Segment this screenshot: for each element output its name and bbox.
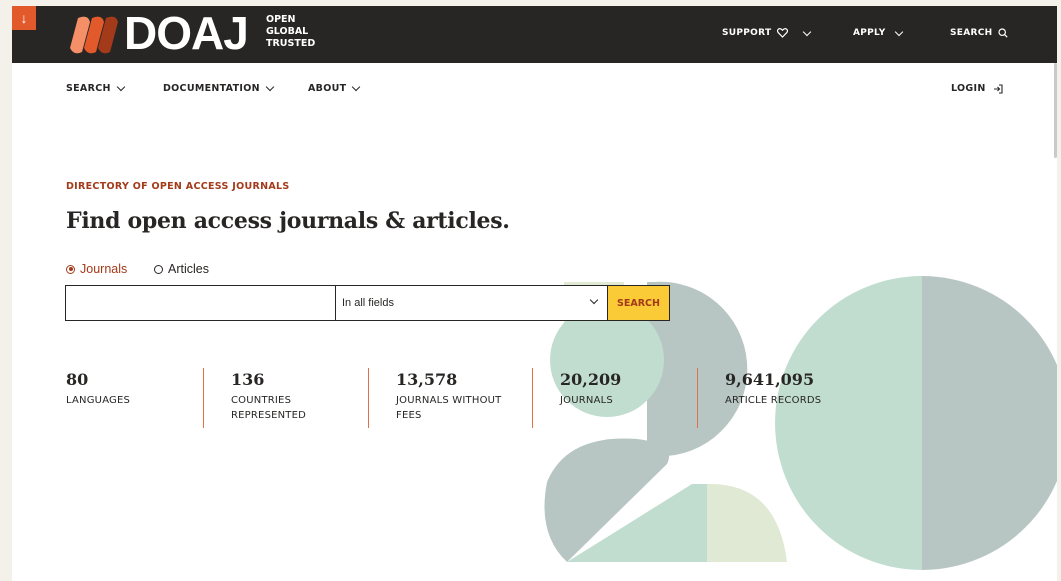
radio-journals[interactable]: Journals <box>66 262 127 276</box>
subnav-search-label: SEARCH <box>66 83 111 94</box>
login-link[interactable]: LOGIN <box>951 83 1003 94</box>
top-header: DOAJ OPEN GLOBAL TRUSTED SUPPORT APPLY S… <box>12 6 1057 63</box>
stat-countries[interactable]: 136 COUNTRIES REPRESENTED <box>231 370 341 423</box>
tagline-line: OPEN <box>266 14 296 25</box>
radio-articles-label: Articles <box>168 262 209 276</box>
stat-divider <box>368 368 369 428</box>
nav-support-label: SUPPORT <box>722 28 772 38</box>
page-title: Find open access journals & articles. <box>66 208 510 234</box>
page-frame: DOAJ OPEN GLOBAL TRUSTED SUPPORT APPLY S… <box>12 6 1057 581</box>
subnav-about[interactable]: ABOUT <box>308 82 361 94</box>
subnav-search[interactable]: SEARCH <box>66 82 125 94</box>
secondary-nav: SEARCH DOCUMENTATION ABOUT LOGIN <box>12 63 1057 113</box>
stat-label: JOURNALS WITHOUT FEES <box>396 395 502 421</box>
search-field-select-value: In all fields <box>342 297 394 309</box>
nav-search[interactable]: SEARCH <box>950 28 1009 38</box>
stat-journals[interactable]: 20,209 JOURNALS <box>560 370 621 408</box>
stat-divider <box>697 368 698 428</box>
subnav-about-label: ABOUT <box>308 83 347 94</box>
subnav-documentation[interactable]: DOCUMENTATION <box>163 82 275 94</box>
search-button[interactable]: SEARCH <box>607 285 670 321</box>
heart-icon <box>777 28 789 38</box>
scrollbar[interactable] <box>1054 63 1057 158</box>
stat-label: COUNTRIES REPRESENTED <box>231 395 307 421</box>
search-input[interactable] <box>65 285 336 321</box>
chevron-down-icon <box>803 27 812 36</box>
stat-value: 136 <box>231 370 265 389</box>
subnav-documentation-label: DOCUMENTATION <box>163 83 260 94</box>
stat-article-records[interactable]: 9,641,095 ARTICLE RECORDS <box>725 370 821 408</box>
chevron-down-icon <box>352 82 361 92</box>
nav-apply[interactable]: APPLY <box>853 27 903 38</box>
tagline-line: GLOBAL <box>266 26 309 37</box>
doaj-logo-icon[interactable] <box>68 14 124 56</box>
nav-apply-label: APPLY <box>853 28 886 38</box>
radio-unselected-icon[interactable] <box>154 264 163 274</box>
stat-divider <box>203 368 204 428</box>
chevron-down-icon <box>265 82 275 92</box>
nav-search-label: SEARCH <box>950 28 993 38</box>
stat-label: JOURNALS <box>560 395 613 406</box>
stat-value: 20,209 <box>560 370 622 389</box>
stat-languages[interactable]: 80 LANGUAGES <box>66 370 130 408</box>
stat-value: 80 <box>66 370 89 389</box>
radio-selected-icon[interactable] <box>66 264 75 274</box>
search-field-select[interactable]: In all fields <box>336 285 608 321</box>
chevron-down-icon <box>116 82 125 92</box>
stat-divider <box>532 368 533 428</box>
radio-journals-label: Journals <box>80 262 128 276</box>
stat-value: 13,578 <box>396 370 458 389</box>
login-label: LOGIN <box>951 83 986 94</box>
logo-tagline: OPEN GLOBAL TRUSTED <box>266 14 315 50</box>
stat-label: LANGUAGES <box>66 395 131 406</box>
logo-wordmark[interactable]: DOAJ <box>124 9 249 57</box>
login-icon <box>993 83 1003 94</box>
chevron-down-icon <box>894 27 903 36</box>
stat-value: 9,641,095 <box>725 370 815 389</box>
stat-journals-without-fees[interactable]: 13,578 JOURNALS WITHOUT FEES <box>396 370 521 423</box>
skip-to-content-arrow-icon[interactable]: ↓ <box>12 6 36 30</box>
stat-label: ARTICLE RECORDS <box>725 395 822 406</box>
kicker-text: DIRECTORY OF OPEN ACCESS JOURNALS <box>66 181 290 192</box>
nav-support[interactable]: SUPPORT <box>722 27 812 38</box>
radio-articles[interactable]: Articles <box>154 262 209 276</box>
chevron-down-icon <box>589 295 599 305</box>
search-icon <box>998 28 1009 38</box>
tagline-line: TRUSTED <box>266 38 316 49</box>
